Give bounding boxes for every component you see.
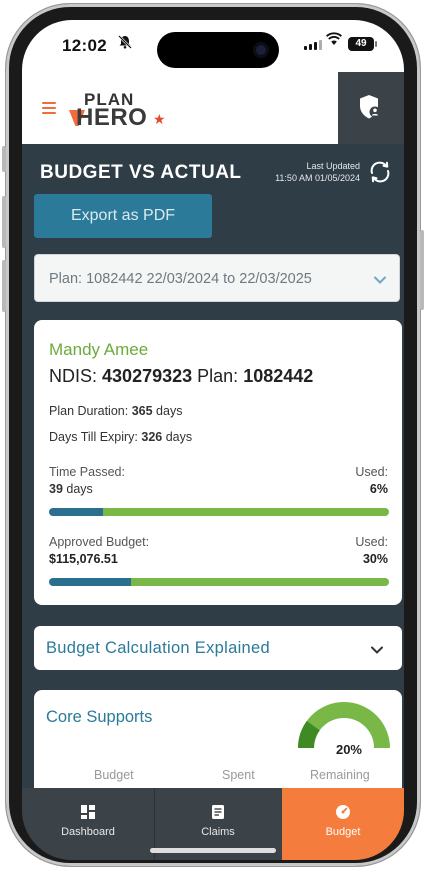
main-content: BUDGET VS ACTUAL Last Updated 11:50 AM 0… [22, 144, 404, 800]
plan-duration: Plan Duration: 365 days [49, 404, 182, 418]
tab-dashboard-label: Dashboard [61, 826, 115, 838]
gauge-percent: 20% [335, 742, 362, 757]
col-spent-label: Spent [222, 768, 255, 782]
screen: 12:02 49 PLAN HERO ★ BUDGET VS ACTUAL La… [22, 20, 404, 860]
time-progress-fill [49, 508, 104, 516]
last-updated-label: Last Updated [306, 161, 360, 171]
tab-budget-label: Budget [325, 826, 361, 838]
participant-name: Mandy Amee [49, 340, 149, 359]
approved-budget-label: Approved Budget: [49, 535, 150, 549]
plan-summary-card: Mandy Amee NDIS: 430279323 Plan: 1082442… [34, 320, 402, 605]
col-budget-label: Budget [94, 768, 134, 782]
power-button [420, 230, 424, 310]
dashboard-icon [81, 805, 95, 819]
accordion-label: Budget Calculation Explained [46, 639, 270, 657]
chevron-down-icon [373, 272, 387, 290]
dynamic-island [157, 32, 279, 68]
time-used-pct: 6% [369, 482, 388, 496]
budget-used-label: Used: [355, 535, 388, 549]
budget-calculation-explained-accordion[interactable]: Budget Calculation Explained [34, 626, 402, 670]
signal-icon [304, 40, 322, 50]
budget-progress-fill [49, 578, 131, 586]
wifi-icon [325, 32, 343, 51]
home-indicator [150, 848, 276, 853]
claims-icon [212, 805, 224, 819]
last-updated-value: 11:50 AM 01/05/2024 [275, 173, 360, 183]
ndis-number: 430279323 [102, 366, 193, 386]
chevron-down-icon [370, 642, 384, 660]
volume-up-button [2, 196, 6, 248]
core-supports-card[interactable]: Core Supports 20% Budget Spent Remaining [34, 690, 402, 800]
plan-duration-unit: days [156, 404, 183, 418]
camera-icon [253, 42, 269, 58]
col-remaining-label: Remaining [310, 768, 370, 782]
core-supports-title: Core Supports [46, 708, 153, 726]
plan-duration-value: 365 [131, 404, 153, 418]
time-passed-label: Time Passed: [49, 465, 125, 479]
ndis-plan-line: NDIS: 430279323 Plan: 1082442 [49, 366, 313, 387]
logo-star-icon: ★ [153, 111, 166, 127]
plan-label: Plan: [197, 366, 239, 386]
export-pdf-button[interactable]: Export as PDF [34, 194, 212, 238]
time-passed-unit: days [66, 482, 93, 496]
profile-shield-button[interactable] [338, 72, 404, 144]
status-time: 12:02 [62, 36, 107, 55]
logo-text-bottom: HERO [76, 104, 148, 131]
days-till-expiry: Days Till Expiry: 326 days [49, 430, 192, 444]
battery-icon: 49 [348, 37, 377, 51]
refresh-icon[interactable] [366, 160, 394, 189]
time-progress-bar [49, 508, 389, 516]
ndis-label: NDIS: [49, 366, 98, 386]
page-title: BUDGET VS ACTUAL [40, 162, 242, 183]
time-passed: 39 days [49, 482, 93, 496]
volume-down-button [2, 260, 6, 312]
plan-number: 1082442 [243, 366, 314, 386]
approved-budget-value: $115,076.51 [49, 552, 118, 566]
silent-bell-icon [118, 35, 132, 52]
budget-progress-bar [49, 578, 389, 586]
expiry-unit: days [165, 430, 193, 444]
budget-used-pct: 30% [362, 552, 388, 566]
expiry-value: 326 [141, 430, 163, 444]
plan-duration-label: Plan Duration: [49, 404, 129, 418]
expiry-label: Days Till Expiry: [49, 430, 138, 444]
status-bar: 12:02 49 [22, 20, 404, 72]
time-used-label: Used: [355, 465, 388, 479]
time-passed-value: 39 [49, 482, 63, 496]
tab-claims-label: Claims [201, 826, 235, 838]
gauge-fill [298, 720, 321, 749]
hamburger-menu-icon[interactable] [42, 102, 56, 117]
tab-budget[interactable]: Budget [282, 788, 404, 860]
shield-user-icon [360, 95, 381, 119]
budget-gauge-icon [336, 805, 350, 819]
mute-switch [2, 146, 6, 172]
tab-dashboard[interactable]: Dashboard [22, 788, 154, 860]
plan-select[interactable]: Plan: 1082442 22/03/2024 to 22/03/2025 [34, 254, 400, 302]
plan-select-value: Plan: 1082442 22/03/2024 to 22/03/2025 [49, 271, 312, 287]
app-header: PLAN HERO ★ [22, 72, 404, 144]
